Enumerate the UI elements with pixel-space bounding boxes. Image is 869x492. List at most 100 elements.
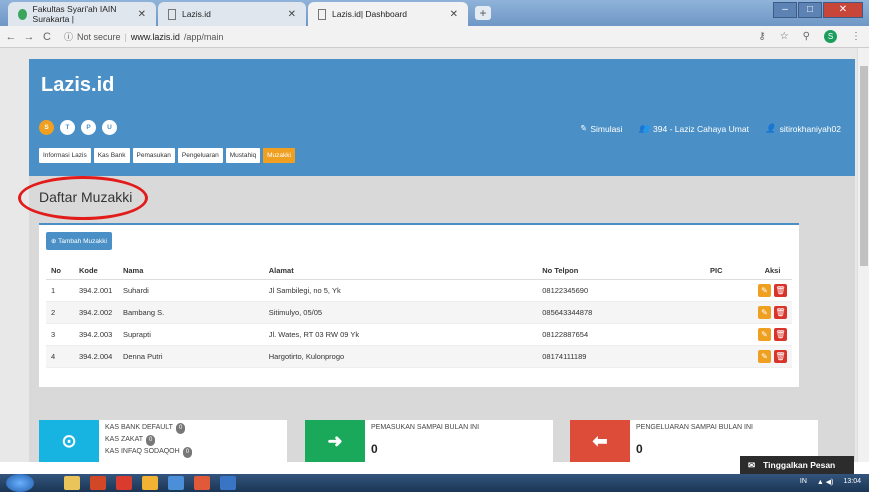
minimize-icon[interactable]: – (773, 2, 797, 18)
close-tab-icon[interactable]: ✕ (138, 9, 146, 20)
edit-icon[interactable]: ✎ (758, 306, 771, 319)
org-label: 394 - Laziz Cahaya Umat (653, 123, 749, 134)
window-controls: – □ ✕ (773, 2, 863, 18)
opera-icon[interactable] (116, 476, 132, 490)
new-tab-button[interactable]: + (475, 6, 491, 20)
trash-icon[interactable]: 🗑 (774, 306, 787, 319)
edit-icon[interactable]: ✎ (758, 328, 771, 341)
browser-tab-1[interactable]: Fakultas Syari'ah IAIN Surakarta | ✕ (8, 2, 156, 26)
pemasukan-box: ➜ PEMASUKAN SAMPAI BULAN INI 0 (305, 420, 553, 462)
kas-summary-box: ⊙ KAS BANK DEFAULT 0 KAS ZAKAT 0 KAS INFAQ… (39, 420, 287, 462)
chrome-icon[interactable] (168, 476, 184, 490)
circle-t[interactable]: T (60, 120, 75, 135)
trash-icon[interactable]: 🗑 (774, 350, 787, 363)
extension-icon[interactable]: ⚲ (803, 31, 810, 42)
user-icon: 👤 (764, 123, 776, 133)
cell-no: 4 (46, 345, 74, 368)
scrollbar[interactable] (857, 48, 869, 462)
tab-pengeluaran[interactable]: Pengeluaran (177, 148, 223, 163)
browser-tab-3[interactable]: Lazis.id| Dashboard ✕ (308, 2, 468, 26)
edit-icon[interactable]: ✎ (758, 284, 771, 297)
circle-p[interactable]: P (81, 120, 96, 135)
cell-pic (705, 279, 753, 302)
tray-icons[interactable]: ▲ ◀) (817, 478, 834, 486)
cell-nama: Suprapti (117, 323, 264, 346)
user-link[interactable]: 👤 sitirokhaniyah02 (765, 123, 841, 134)
col-aksi: Aksi (753, 262, 792, 280)
profile-avatar[interactable]: S (824, 30, 837, 43)
reload-icon[interactable]: C (40, 31, 54, 43)
simulasi-link[interactable]: ✎ Simulasi (579, 123, 622, 134)
tab-mustahiq[interactable]: Mustahiq (225, 148, 261, 163)
add-muzakki-button[interactable]: ⊕ Tambah Muzakki (46, 232, 112, 250)
system-tray: IN ▲ ◀) 13:04 (800, 478, 861, 486)
menu-icon[interactable]: ⋮ (851, 31, 861, 42)
add-muzakki-label: Tambah Muzakki (58, 238, 107, 245)
pemasukan-label: PEMASUKAN SAMPAI BULAN INI (371, 424, 480, 431)
chat-widget[interactable]: ✉ Tinggalkan Pesan (740, 456, 854, 474)
back-icon[interactable]: ← (4, 31, 18, 43)
tab-informasi-lazis[interactable]: Informasi Lazis (39, 148, 91, 163)
app-icon[interactable] (194, 476, 210, 490)
word-icon[interactable] (220, 476, 236, 490)
cell-alamat: Sitimulyo, 05/05 (263, 301, 538, 324)
col-pic: PIC (705, 262, 753, 280)
envelope-icon: ✉ (748, 459, 756, 470)
table-row: 2 394.2.002 Bambang S. Sitimulyo, 05/05 … (46, 301, 792, 324)
url-field[interactable]: ⓘ Not secure | www.lazis.id/app/main (64, 30, 223, 43)
start-button[interactable] (6, 474, 34, 492)
main-nav: Informasi Lazis Kas Bank Pemasukan Penge… (39, 148, 295, 163)
url-divider: | (124, 31, 127, 42)
org-link[interactable]: 👥 394 - Laziz Cahaya Umat (638, 123, 749, 134)
scrollbar-thumb[interactable] (860, 66, 868, 266)
kas-infaq-badge: 0 (182, 447, 193, 458)
page-icon (318, 8, 326, 20)
circle-s[interactable]: S (39, 120, 54, 135)
trash-icon[interactable]: 🗑 (774, 328, 787, 341)
cell-telp: 085643344878 (537, 301, 705, 324)
table-row: 4 394.2.004 Denna Putri Hargotirto, Kulo… (46, 345, 792, 368)
language-indicator[interactable]: IN (800, 478, 807, 486)
col-no: No (46, 262, 74, 280)
trash-icon[interactable]: 🗑 (774, 284, 787, 297)
cell-kode: 394.2.001 (73, 279, 118, 302)
explorer-icon[interactable] (64, 476, 80, 490)
security-label: Not secure (77, 31, 121, 42)
tab-pemasukan[interactable]: Pemasukan (132, 148, 175, 163)
star-icon[interactable]: ☆ (780, 31, 789, 42)
cell-nama: Bambang S. (117, 301, 264, 324)
edit-icon[interactable]: ✎ (758, 350, 771, 363)
circle-u[interactable]: U (102, 120, 117, 135)
maximize-icon[interactable]: □ (798, 2, 822, 18)
forward-icon[interactable]: → (22, 31, 36, 43)
annotation-circle (18, 176, 148, 220)
tab-kas-bank[interactable]: Kas Bank (93, 148, 130, 163)
close-tab-icon[interactable]: ✕ (288, 9, 296, 20)
cell-kode: 394.2.003 (73, 323, 118, 346)
browser-tab-strip: Fakultas Syari'ah IAIN Surakarta | ✕ Laz… (0, 0, 869, 26)
browser-tab-2[interactable]: Lazis.id ✕ (158, 2, 306, 26)
app-icon[interactable] (142, 476, 158, 490)
table-row: 3 394.2.003 Suprapti Jl. Wates, RT 03 RW… (46, 323, 792, 346)
arrow-left-icon: ⬅ (570, 420, 630, 462)
arrow-right-icon: ➜ (305, 420, 365, 462)
clock[interactable]: 13:04 (843, 478, 861, 486)
cell-nama: Suhardi (117, 279, 264, 302)
cell-aksi: ✎ 🗑 (753, 323, 792, 346)
cell-no: 3 (46, 323, 74, 346)
page-icon (168, 8, 176, 20)
app-icon[interactable] (90, 476, 106, 490)
money-icon: ⊙ (39, 420, 99, 462)
close-window-icon[interactable]: ✕ (823, 2, 863, 18)
logo[interactable]: Lazis.id (41, 74, 114, 97)
key-icon[interactable]: ⚷ (758, 31, 765, 42)
info-icon[interactable]: ⓘ (64, 30, 73, 43)
browser-tab-title: Lazis.id (182, 9, 211, 19)
pemasukan-value: 0 (371, 442, 378, 456)
close-tab-icon[interactable]: ✕ (450, 9, 458, 20)
favicon-icon (18, 8, 27, 20)
cell-telp: 08122345690 (537, 279, 705, 302)
tab-muzakki[interactable]: Muzakki (263, 148, 295, 163)
url-host: www.lazis.id (130, 31, 180, 42)
cell-pic (705, 301, 753, 324)
